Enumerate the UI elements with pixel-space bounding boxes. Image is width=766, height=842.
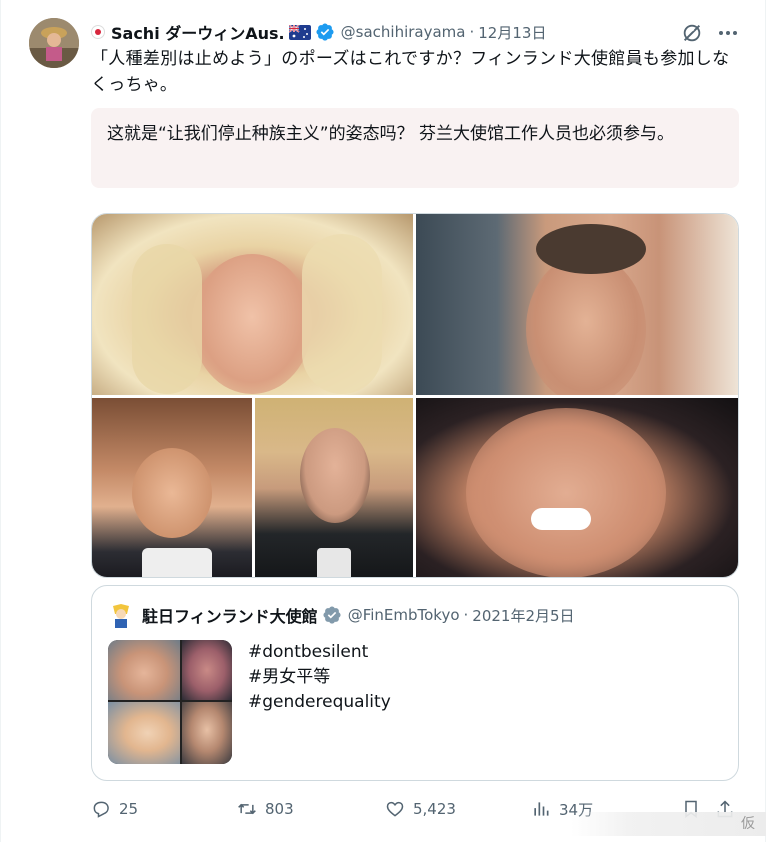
tweet-media-grid[interactable] — [91, 213, 739, 578]
quoted-author-avatar[interactable] — [108, 602, 134, 628]
retweet-icon — [238, 803, 256, 815]
watermark-overlay — [571, 812, 766, 836]
media-photo-2[interactable] — [416, 214, 738, 395]
quoted-author-handle[interactable]: @FinEmbTokyo — [348, 606, 460, 624]
watermark-text: 仮 — [741, 816, 755, 832]
quoted-media-thumbnail[interactable] — [108, 640, 232, 764]
reply-button[interactable]: 25 — [91, 796, 138, 822]
verified-badge-icon[interactable] — [315, 22, 335, 42]
author-avatar[interactable] — [29, 18, 79, 68]
verified-badge-gray-icon[interactable] — [322, 605, 342, 625]
author-display-name[interactable]: Sachi ダーウィンAus. — [111, 20, 285, 44]
retweet-count: 803 — [265, 800, 294, 818]
quoted-line[interactable]: #dontbesilent — [248, 640, 391, 665]
quoted-author-name[interactable]: 駐日フィンランド大使館 — [142, 603, 318, 627]
separator-dot: · — [469, 23, 475, 41]
tweet-article[interactable]: Sachi ダーウィンAus. @sachihirayama · 12月13日 … — [0, 0, 766, 842]
quoted-tweet-text: #dontbesilent #男女平等 #genderequality — [248, 640, 391, 715]
like-icon — [386, 801, 404, 817]
media-photo-3[interactable] — [92, 398, 252, 577]
reply-icon — [93, 801, 109, 818]
views-icon — [534, 802, 549, 816]
quoted-line[interactable]: #男女平等 — [248, 665, 391, 690]
like-count: 5,423 — [413, 800, 456, 818]
more-icon[interactable] — [713, 22, 743, 44]
separator-dot: · — [463, 606, 469, 624]
like-button[interactable]: 5,423 — [385, 796, 456, 822]
tweet-header: Sachi ダーウィンAus. @sachihirayama · 12月13日 — [91, 20, 546, 44]
japan-flag-icon — [91, 25, 105, 39]
media-photo-5[interactable] — [416, 398, 738, 577]
retweet-button[interactable]: 803 — [237, 796, 294, 822]
quoted-timestamp[interactable]: 2021年2月5日 — [472, 605, 574, 626]
translation-box: 这就是“让我们停止种族主义”的姿态吗？ 芬兰大使馆工作人员也必须参与。 — [91, 108, 739, 188]
quoted-tweet[interactable]: 駐日フィンランド大使館 @FinEmbTokyo · 2021年2月5日 #do… — [91, 585, 739, 781]
author-handle[interactable]: @sachihirayama — [341, 23, 466, 41]
australia-flag-icon — [288, 24, 311, 40]
quoted-line[interactable]: #genderequality — [248, 690, 391, 715]
grok-icon[interactable] — [681, 22, 703, 44]
tweet-timestamp[interactable]: 12月13日 — [478, 22, 546, 43]
tweet-text: 「人種差別は止めよう」のポーズはこれですか？フィンランド大使館員も参加しなくっち… — [91, 49, 730, 95]
media-photo-4[interactable] — [255, 398, 413, 577]
quoted-tweet-header: 駐日フィンランド大使館 @FinEmbTokyo · 2021年2月5日 — [142, 603, 575, 627]
reply-count: 25 — [119, 800, 139, 818]
media-photo-1[interactable] — [92, 214, 413, 395]
